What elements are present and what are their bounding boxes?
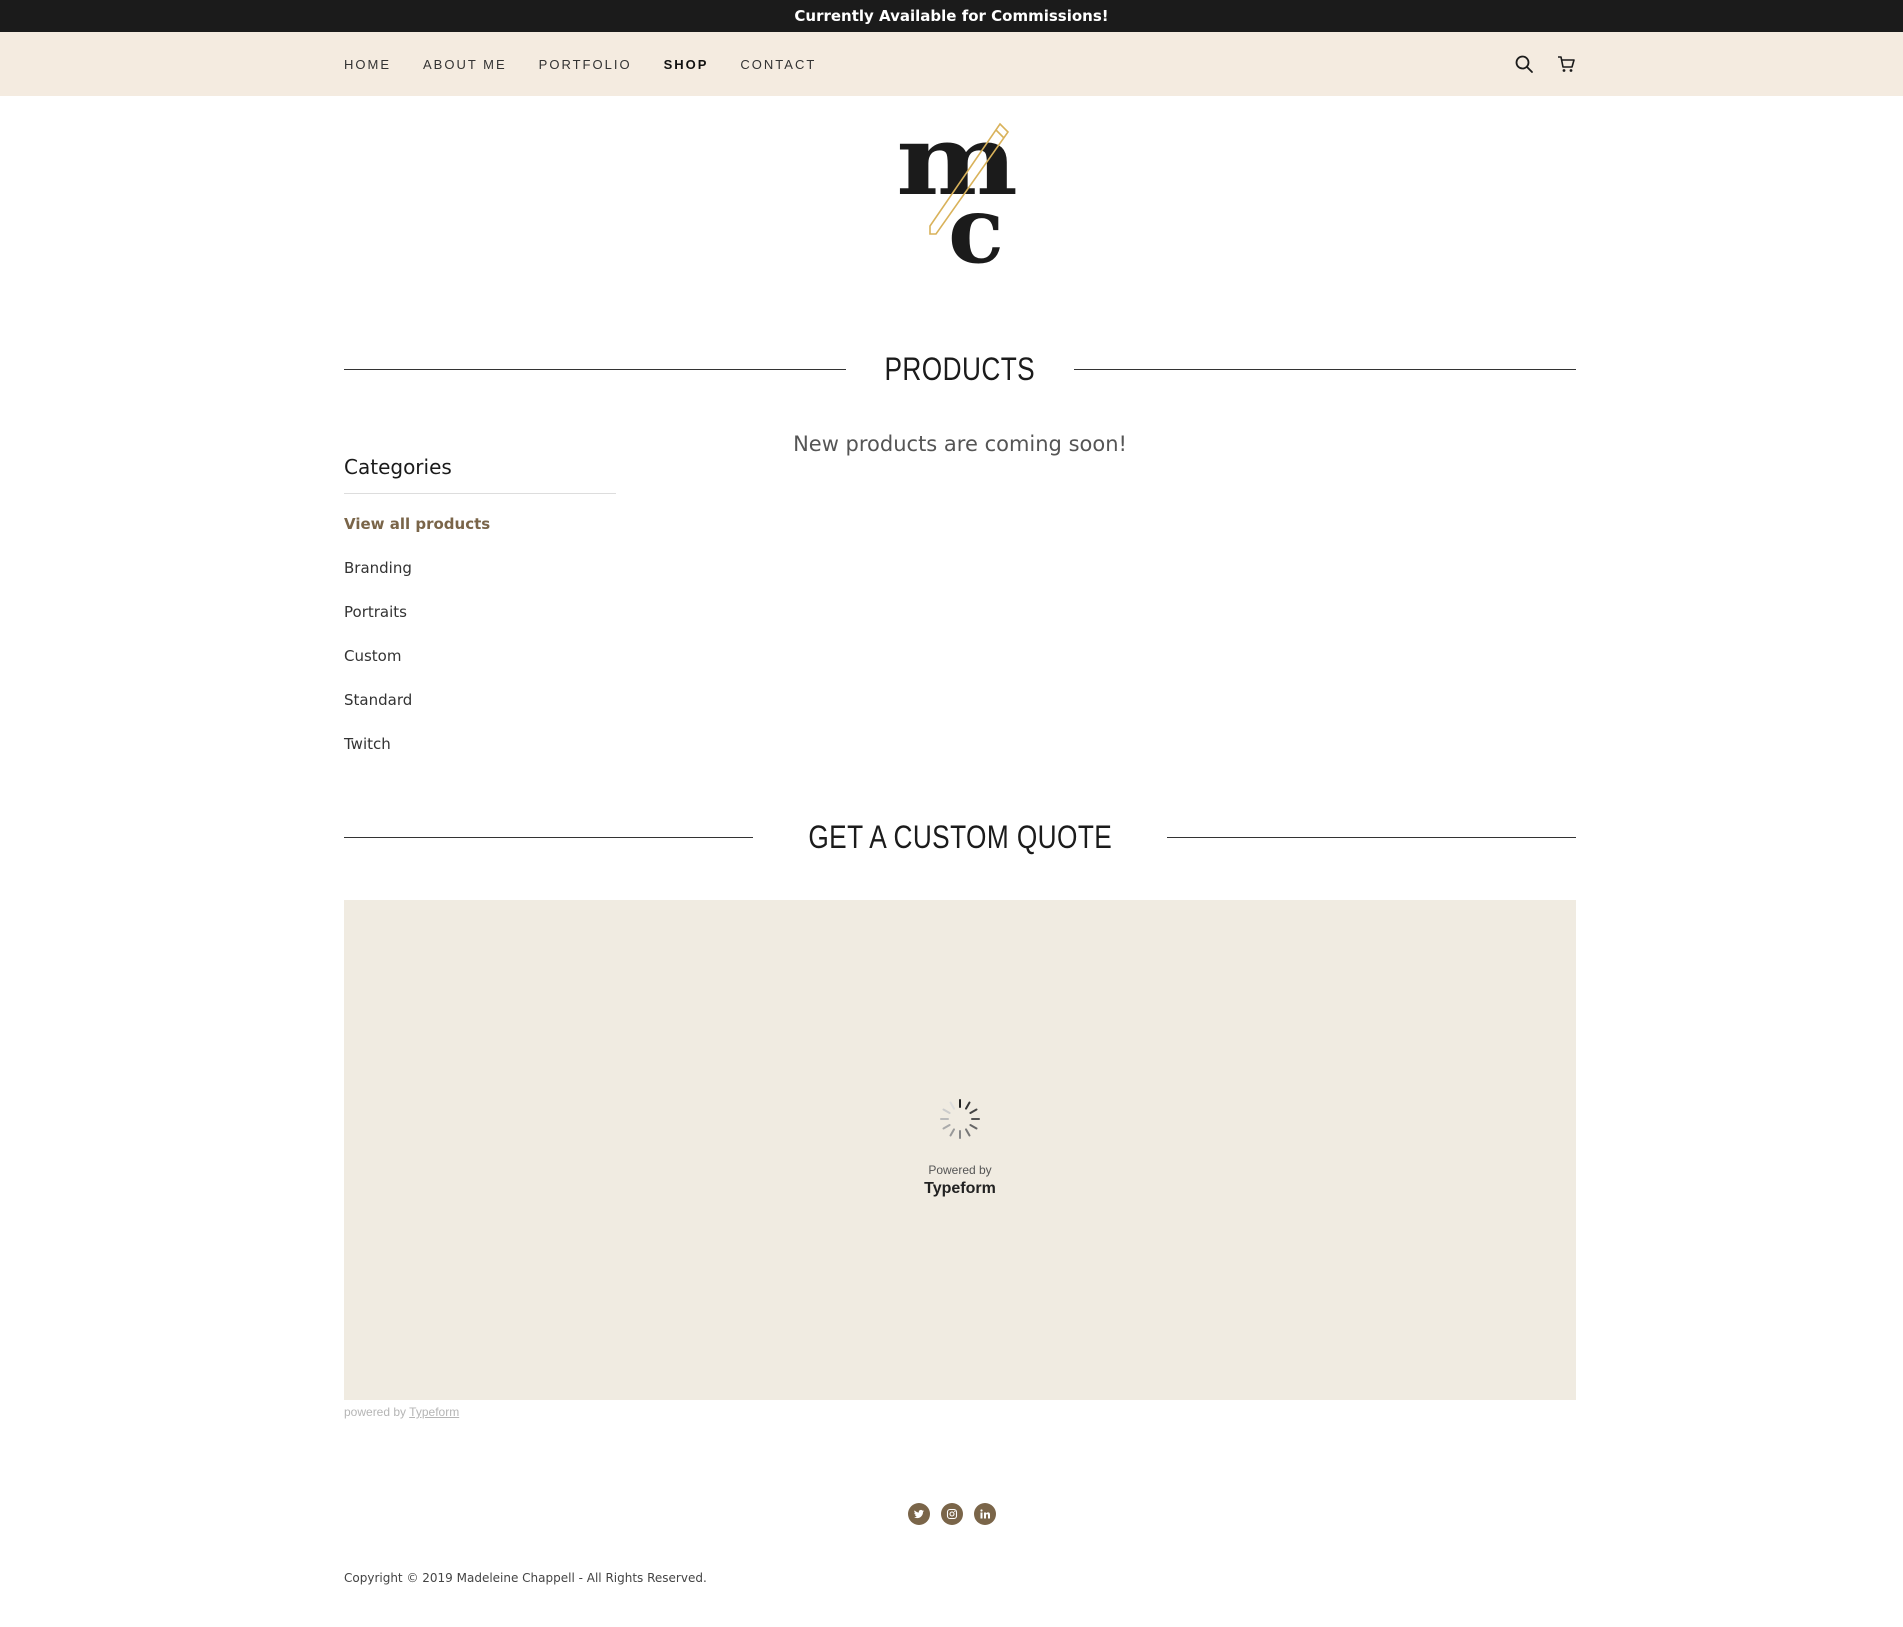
- loading-spinner-icon: [940, 1099, 980, 1139]
- category-portraits[interactable]: Portraits: [344, 600, 616, 644]
- copyright-text: Copyright © 2019 Madeleine Chappell - Al…: [344, 1571, 707, 1585]
- heading-rule-left: [344, 836, 753, 838]
- category-custom[interactable]: Custom: [344, 644, 616, 688]
- footnote-prefix: powered by: [344, 1405, 407, 1419]
- nav-contact[interactable]: CONTACT: [740, 57, 816, 72]
- typeform-brand: Typeform: [924, 1180, 996, 1197]
- category-twitch[interactable]: Twitch: [344, 732, 616, 776]
- cart-icon[interactable]: [1556, 54, 1576, 74]
- products-heading: PRODUCTS: [344, 344, 1576, 394]
- category-standard[interactable]: Standard: [344, 688, 616, 732]
- top-navigation: HOME ABOUT ME PORTFOLIO SHOP CONTACT: [0, 32, 1903, 96]
- categories-sidebar: Categories View all products Branding Po…: [344, 455, 616, 776]
- quote-title: GET A CUSTOM QUOTE: [808, 818, 1112, 855]
- category-branding[interactable]: Branding: [344, 556, 616, 600]
- categories-list: View all products Branding Portraits Cus…: [344, 512, 616, 776]
- typeform-footnote: powered by Typeform: [344, 1405, 459, 1419]
- instagram-icon[interactable]: [940, 1503, 963, 1525]
- search-icon[interactable]: [1514, 54, 1534, 74]
- heading-rule-right: [1167, 836, 1577, 838]
- typeform-link[interactable]: Typeform: [409, 1405, 459, 1419]
- twitter-icon[interactable]: [907, 1503, 930, 1525]
- products-title: PRODUCTS: [884, 350, 1036, 387]
- nav-links: HOME ABOUT ME PORTFOLIO SHOP CONTACT: [344, 32, 848, 96]
- nav-about-me[interactable]: ABOUT ME: [423, 57, 507, 72]
- logo-c: c: [948, 176, 1004, 266]
- typeform-powered-by: Powered by: [928, 1163, 992, 1177]
- linkedin-icon[interactable]: [973, 1503, 996, 1525]
- nav-home[interactable]: HOME: [344, 57, 391, 72]
- social-links: [0, 1503, 1903, 1525]
- nav-shop[interactable]: SHOP: [664, 57, 709, 72]
- nav-icons: [1514, 32, 1576, 96]
- heading-rule-left: [344, 368, 847, 370]
- site-logo[interactable]: m c: [896, 122, 1020, 266]
- categories-title: Categories: [344, 455, 616, 494]
- nav-portfolio[interactable]: PORTFOLIO: [539, 57, 632, 72]
- announcement-text: Currently Available for Commissions!: [794, 7, 1109, 25]
- typeform-embed[interactable]: Powered by Typeform: [344, 900, 1576, 1400]
- quote-heading: GET A CUSTOM QUOTE: [344, 812, 1577, 862]
- category-view-all[interactable]: View all products: [344, 512, 616, 556]
- heading-rule-right: [1073, 368, 1576, 370]
- empty-products-message: New products are coming soon!: [793, 432, 1127, 456]
- announcement-bar: Currently Available for Commissions!: [0, 0, 1903, 32]
